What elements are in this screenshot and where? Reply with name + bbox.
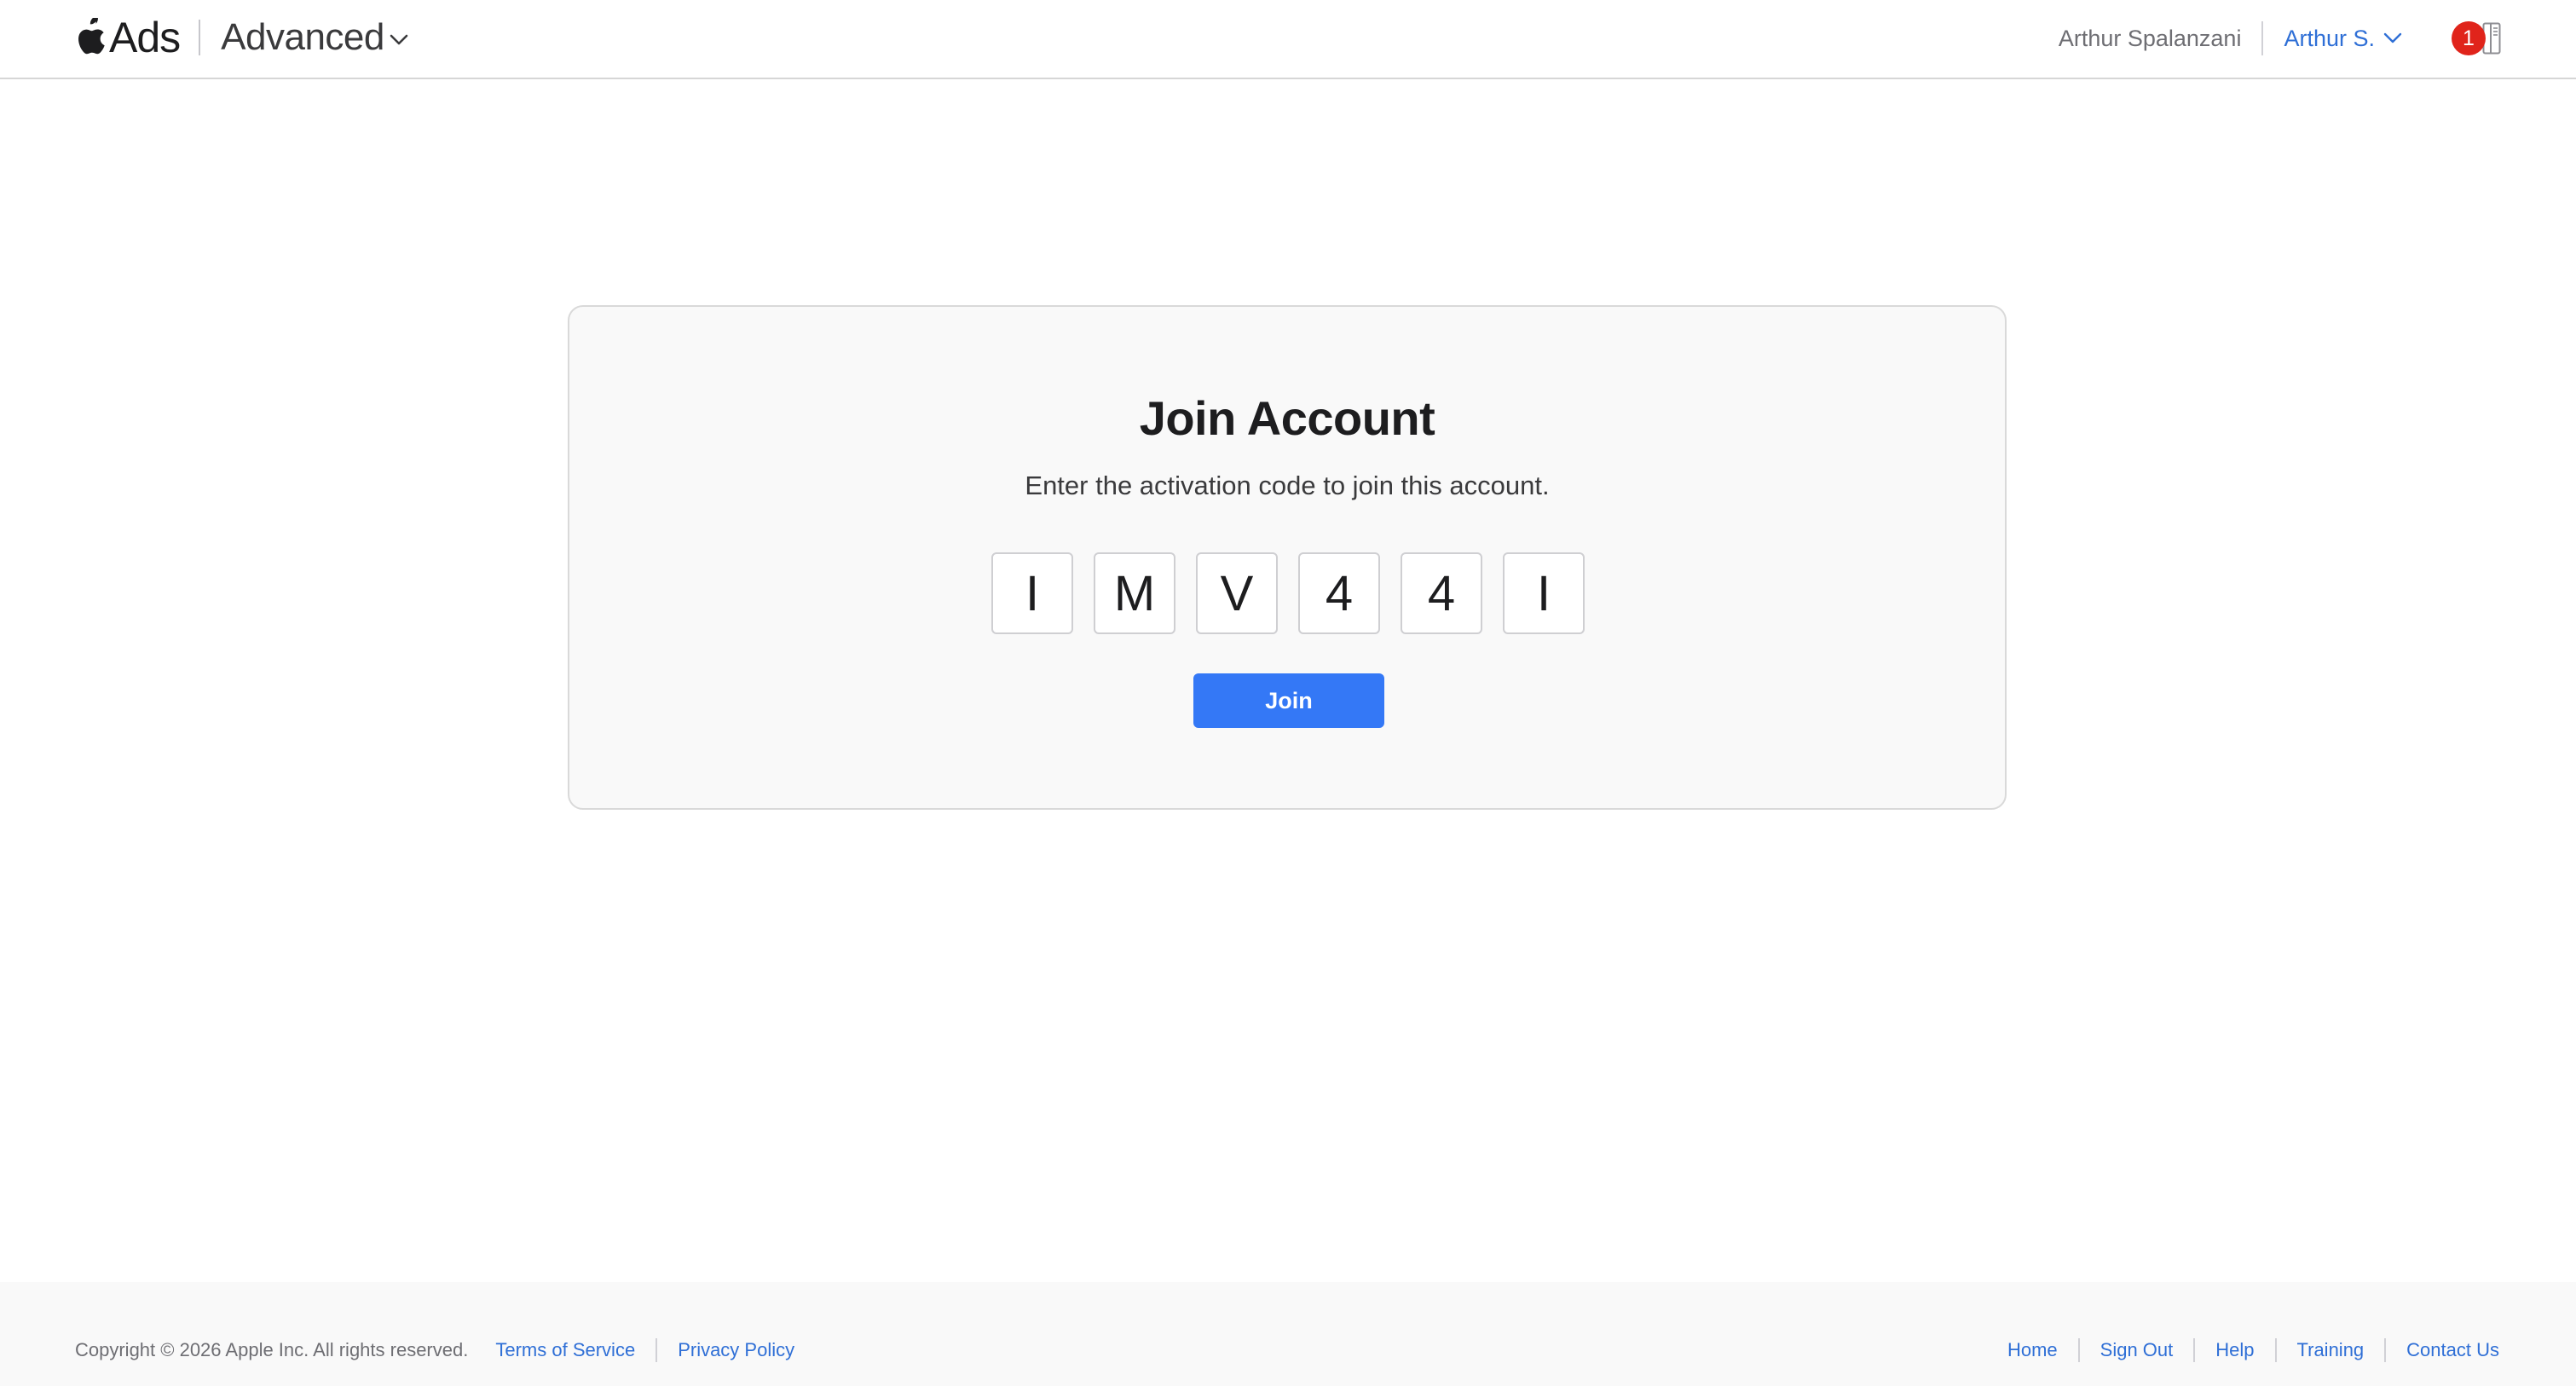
footer-home-link[interactable]: Home	[2007, 1339, 2058, 1361]
notifications-button[interactable]: 1	[2452, 17, 2508, 60]
account-menu-label: Arthur S.	[2284, 25, 2375, 51]
footer-legal: Copyright © 2026 Apple Inc. All rights r…	[75, 1338, 794, 1362]
footer-training-link[interactable]: Training	[2297, 1339, 2365, 1361]
activation-code-inputs	[991, 552, 1585, 634]
footer-nav: Home Sign Out Help Training Contact Us	[2007, 1338, 2499, 1362]
footer-divider	[656, 1338, 658, 1362]
brand-divider	[199, 20, 201, 55]
footer-divider	[2077, 1338, 2080, 1362]
chevron-down-icon	[2383, 32, 2402, 43]
code-input-5[interactable]	[1401, 552, 1482, 634]
product-name: Advanced	[221, 16, 384, 58]
copyright-text: Copyright © 2026 Apple Inc. All rights r…	[75, 1339, 469, 1360]
footer: Copyright © 2026 Apple Inc. All rights r…	[0, 1282, 2576, 1386]
user-full-name: Arthur Spalanzani	[2058, 25, 2242, 51]
code-input-3[interactable]	[1196, 552, 1278, 634]
notification-badge: 1	[2452, 21, 2486, 55]
top-header: Ads Advanced Arthur Spalanzani Arthur S.	[0, 0, 2576, 79]
privacy-policy-link[interactable]: Privacy Policy	[678, 1339, 794, 1361]
chevron-down-icon	[390, 34, 408, 45]
footer-divider	[2384, 1338, 2387, 1362]
footer-sign-out-link[interactable]: Sign Out	[2100, 1339, 2174, 1361]
account-menu[interactable]: Arthur S.	[2284, 26, 2402, 52]
header-user-area: Arthur Spalanzani Arthur S. 1	[2059, 17, 2508, 60]
header-divider	[2261, 21, 2264, 55]
instructions-text: Enter the activation code to join this a…	[1025, 471, 1550, 500]
code-input-4[interactable]	[1298, 552, 1380, 634]
apple-logo-icon[interactable]	[73, 18, 106, 57]
code-input-1[interactable]	[991, 552, 1073, 634]
product-switcher[interactable]: Advanced	[221, 12, 408, 63]
brand-name: Ads	[109, 14, 181, 61]
footer-contact-us-link[interactable]: Contact Us	[2406, 1339, 2499, 1361]
footer-help-link[interactable]: Help	[2215, 1339, 2254, 1361]
brand: Ads Advanced	[73, 12, 408, 63]
footer-divider	[2193, 1338, 2196, 1362]
code-input-2[interactable]	[1094, 552, 1175, 634]
join-account-card: Join Account Enter the activation code t…	[568, 305, 2007, 810]
page-title: Join Account	[1139, 391, 1435, 445]
footer-divider	[2274, 1338, 2277, 1362]
join-button[interactable]: Join	[1193, 673, 1384, 728]
terms-of-service-link[interactable]: Terms of Service	[495, 1339, 635, 1361]
code-input-6[interactable]	[1503, 552, 1585, 634]
